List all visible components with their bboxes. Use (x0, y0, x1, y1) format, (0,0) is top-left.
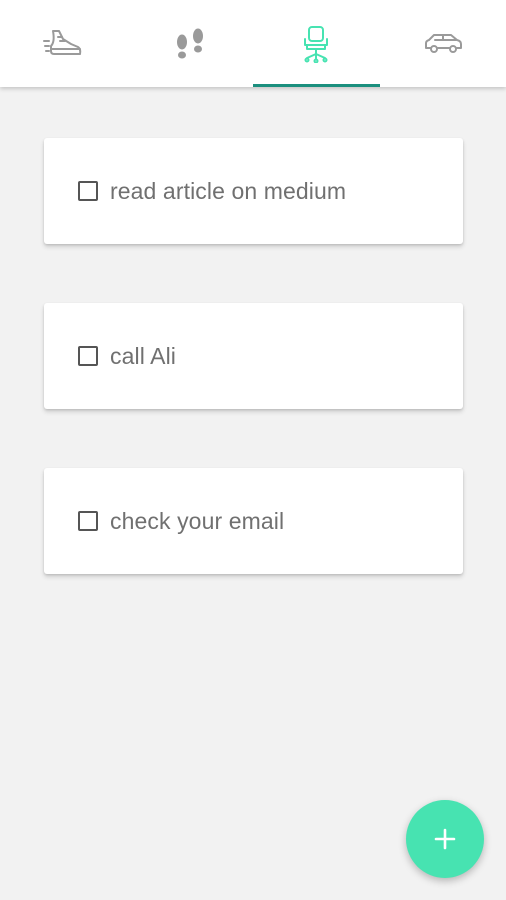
todo-card: call Ali (44, 303, 463, 409)
tab-sitting[interactable] (253, 0, 380, 87)
todo-checkbox[interactable] (78, 181, 98, 201)
todo-label: read article on medium (110, 177, 347, 204)
tab-bar (0, 0, 506, 87)
tab-running[interactable] (0, 0, 127, 87)
todo-label: check your email (110, 507, 285, 534)
todo-label: call Ali (110, 342, 176, 369)
todo-checkbox[interactable] (78, 346, 98, 366)
todo-card: check your email (44, 468, 463, 574)
car-icon (424, 33, 462, 53)
todo-list: read article on medium call Ali check yo… (44, 138, 463, 633)
selected-tab-indicator (253, 84, 380, 87)
tab-walking[interactable] (127, 0, 254, 87)
footprints-icon (176, 28, 203, 58)
office-chair-icon (304, 25, 329, 63)
add-todo-button[interactable] (406, 800, 484, 878)
todo-card: read article on medium (44, 138, 463, 244)
todo-checkbox[interactable] (78, 511, 98, 531)
running-shoe-icon (43, 29, 82, 55)
plus-icon (434, 828, 456, 850)
tab-driving[interactable] (380, 0, 506, 87)
app-screen: read article on medium call Ali check yo… (0, 0, 506, 900)
